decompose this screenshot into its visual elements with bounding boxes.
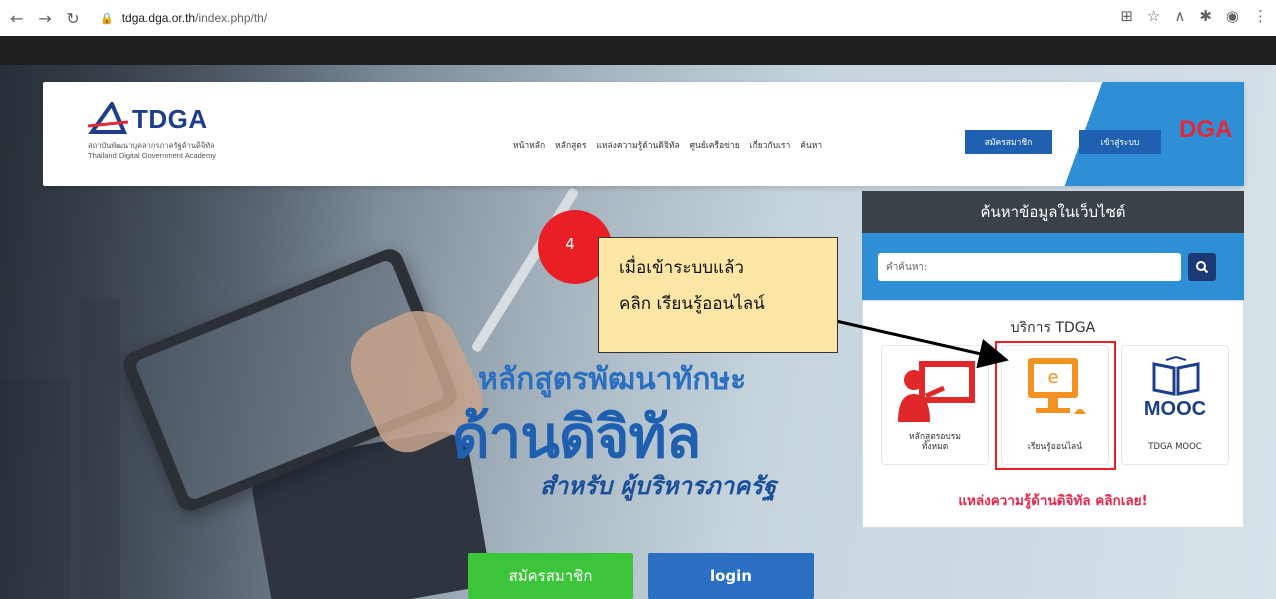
lock-icon: 🔒 — [100, 11, 114, 25]
knowledge-link[interactable]: แหล่งความรู้ด้านดิจิทัล คลิกเลย! — [863, 489, 1243, 511]
callout-line1: เมื่อเข้าระบบแล้ว — [619, 258, 744, 278]
hero-login-button[interactable]: login — [648, 553, 814, 599]
mooc-icon-text: MOOC — [1143, 398, 1207, 420]
reload-icon[interactable]: ↻ — [62, 7, 84, 29]
search-input[interactable] — [878, 253, 1181, 281]
main-menu: หน้าหลัก หลักสูตร แหล่งความรู้ด้านดิจิทั… — [513, 138, 822, 152]
menu-dots-icon[interactable]: ⋮ — [1253, 7, 1268, 25]
menu-item-search[interactable]: ค้นหา — [800, 138, 822, 152]
search-icon — [1196, 261, 1209, 274]
highlight-box — [995, 341, 1116, 470]
header-register-button[interactable]: สมัครสมาชิก — [965, 130, 1052, 154]
translate-icon[interactable]: ⊞ — [1120, 7, 1133, 25]
page-top-band — [0, 36, 1276, 65]
menu-item-about[interactable]: เกี่ยวกับเรา — [750, 138, 791, 152]
url-domain: tdga.dga.or.th — [121, 11, 196, 25]
address-bar[interactable]: tdga.dga.or.th/index.php/th/ — [122, 11, 267, 25]
service-mooc-caption: TDGA MOOC — [1148, 442, 1202, 452]
search-heading: ค้นหาข้อมูลในเว็บไซต์ — [862, 191, 1244, 233]
callout-line2: คลิก เรียนรู้ออนไลน์ — [619, 294, 765, 314]
service-mooc[interactable]: MOOC TDGA MOOC — [1121, 345, 1229, 465]
service-all-courses-caption: หลักสูตรอบรม ทั้งหมด — [909, 432, 961, 452]
hero-title-line3: สำหรับ ผู้บริหารภาครัฐ — [540, 472, 777, 500]
presentation-icon — [898, 361, 975, 422]
forward-icon[interactable]: → — [34, 7, 56, 29]
site-header: TDGA สถาบันพัฒนาบุคลากรภาครัฐด้านดิจิทัล… — [43, 82, 1244, 186]
puzzle-icon[interactable]: ✱ — [1199, 7, 1212, 25]
dga-logo[interactable]: DGA — [1179, 116, 1232, 144]
header-login-button[interactable]: เข้าสู่ระบบ — [1079, 130, 1161, 154]
bookmark-star-icon[interactable]: ☆ — [1147, 7, 1160, 25]
services-title: บริการ TDGA — [1010, 320, 1096, 336]
menu-item-knowledge[interactable]: แหล่งความรู้ด้านดิจิทัล — [596, 138, 679, 152]
menu-item-network[interactable]: ศูนย์เครือข่าย — [690, 138, 740, 152]
back-icon[interactable]: ← — [6, 7, 28, 29]
instruction-callout: เมื่อเข้าระบบแล้ว คลิก เรียนรู้ออนไลน์ — [598, 237, 838, 353]
url-path: /index.php/th/ — [195, 11, 268, 25]
extension-icon[interactable]: ∧ — [1174, 7, 1185, 25]
profile-icon[interactable]: ◉ — [1226, 7, 1239, 25]
service-all-courses[interactable]: หลักสูตรอบรม ทั้งหมด — [881, 345, 989, 465]
menu-item-home[interactable]: หน้าหลัก — [513, 138, 545, 152]
tdga-logo-icon — [88, 102, 128, 134]
hero-register-button[interactable]: สมัครสมาชิก — [468, 553, 633, 599]
logo-subtitle-en: Thailand Digital Government Academy — [88, 151, 216, 160]
browser-toolbar: ← → ↻ 🔒 tdga.dga.or.th/index.php/th/ ⊞ ☆… — [0, 0, 1276, 36]
search-button[interactable] — [1188, 253, 1216, 281]
menu-item-courses[interactable]: หลักสูตร — [555, 138, 586, 152]
logo-text: TDGA — [132, 104, 208, 134]
open-book-icon — [1152, 356, 1200, 396]
